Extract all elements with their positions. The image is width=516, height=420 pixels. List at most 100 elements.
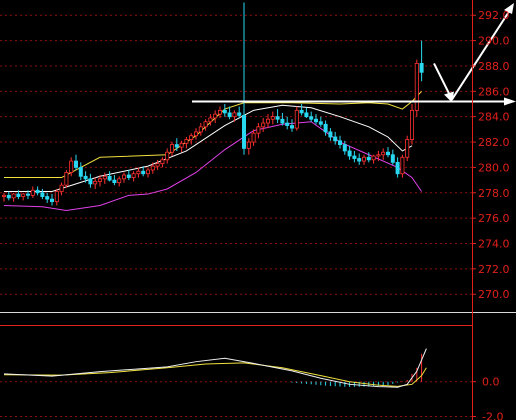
candle-body [98, 178, 103, 182]
candle-body [251, 132, 256, 143]
bollinger-lower-line [3, 121, 423, 212]
candle-body [117, 178, 122, 184]
candle-body [78, 167, 83, 177]
candle-body [165, 151, 170, 161]
candle-body [54, 191, 59, 203]
candle-body [294, 109, 299, 129]
candle-body [222, 109, 227, 114]
candles [2, 2, 424, 206]
candle-body [405, 139, 410, 158]
candle-body [256, 126, 261, 134]
candle-body [169, 144, 174, 153]
candle-body [241, 115, 246, 149]
candle-body [227, 112, 232, 118]
candle-body [265, 118, 270, 124]
candle-body [313, 118, 318, 123]
candle-body [126, 174, 131, 178]
candle-body [285, 122, 290, 126]
candle-body [385, 151, 390, 156]
candle-body [83, 175, 88, 180]
candle-body [131, 173, 136, 178]
candle-body [318, 121, 323, 125]
price-tick-label: 290.0 [478, 35, 510, 48]
price-tick-label: 276.0 [478, 212, 510, 225]
candle-body [25, 193, 30, 196]
candle-body [64, 172, 69, 186]
price-tick-label: 278.0 [478, 187, 510, 200]
candle-body [299, 109, 304, 114]
candle-body [50, 198, 55, 203]
price-tick-label: 284.0 [478, 111, 510, 124]
candle-body [371, 155, 376, 161]
candle-body [323, 123, 328, 133]
annotations [192, 3, 516, 106]
candle-body [45, 196, 50, 200]
candle-body [390, 154, 395, 163]
candle-body [342, 144, 347, 152]
candle-body [2, 194, 7, 197]
candle-body [419, 63, 424, 73]
candle-body [11, 193, 16, 199]
candle-body [35, 189, 40, 194]
candle-body [184, 139, 189, 144]
candle-body [102, 175, 107, 180]
candle-body [280, 118, 285, 124]
candle-body [366, 156, 371, 161]
candle-body [69, 160, 74, 173]
price-tick-label: 272.0 [478, 263, 510, 276]
candle-body [59, 184, 64, 192]
candle-body [347, 150, 352, 157]
candle-body [328, 131, 333, 138]
candle-body [145, 169, 150, 175]
candle-body [400, 156, 405, 175]
candle-body [107, 175, 112, 181]
candle-body [16, 193, 21, 197]
macd-tick-label: 0.0 [482, 376, 500, 389]
candle-body [246, 141, 251, 149]
candle-body [122, 174, 127, 180]
candle-body [361, 156, 366, 162]
candle-body [357, 158, 362, 162]
candle-body [395, 161, 400, 175]
candle-body [203, 121, 208, 128]
candle-body [409, 109, 414, 140]
price-tick-label: 280.0 [478, 161, 510, 174]
candle-body [179, 142, 184, 148]
candle-body [160, 159, 165, 165]
candle-body [174, 144, 179, 148]
candle-body [6, 194, 11, 199]
grid-layer [0, 14, 472, 418]
candle-body [414, 63, 419, 111]
candle-body [337, 140, 342, 145]
price-tick-label: 274.0 [478, 238, 510, 251]
candle-body [309, 116, 314, 120]
candle-body [237, 112, 242, 116]
candle-body [275, 116, 280, 120]
candle-body [304, 112, 309, 118]
price-tick-label: 286.0 [478, 85, 510, 98]
candle-body [289, 125, 294, 129]
reference-arrow-head [504, 97, 516, 106]
candle-body [40, 192, 45, 197]
candlestick-chart[interactable]: 292.0 290.0 288.0 286.0 284.0 282.0 280.0 278.0… [0, 0, 516, 420]
candle-body [150, 165, 155, 171]
candle-body [352, 155, 357, 159]
price-tick-label: 292.0 [478, 9, 510, 22]
candle-body [21, 193, 26, 197]
candle-body [155, 163, 160, 167]
price-tick-label: 270.0 [478, 288, 510, 301]
price-axis: 292.0 290.0 288.0 286.0 284.0 282.0 280.0 278.0… [0, 0, 516, 420]
candle-body [376, 154, 381, 157]
candle-body [136, 170, 141, 175]
candle-body [30, 189, 35, 196]
candle-body [261, 122, 266, 128]
candle-body [93, 180, 98, 185]
price-tick-label: 288.0 [478, 60, 510, 73]
candle-body [232, 112, 237, 118]
candle-body [74, 160, 79, 168]
candle-body [270, 116, 275, 120]
candle-body [198, 126, 203, 133]
candle-body [208, 117, 213, 123]
candle-body [193, 131, 198, 137]
candle-body [381, 151, 386, 156]
